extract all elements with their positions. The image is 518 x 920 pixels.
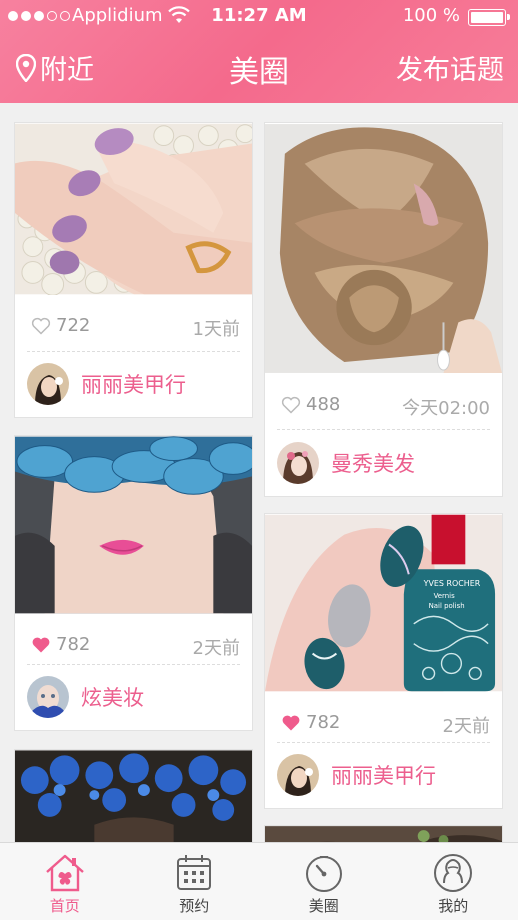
post-image (15, 750, 252, 848)
post-time: 2天前 (192, 638, 240, 659)
calendar-icon (177, 855, 212, 890)
like-button[interactable]: 722 (31, 315, 90, 336)
post-time: 1天前 (192, 319, 240, 340)
author-link[interactable]: 曼秀美发 (277, 442, 415, 484)
post-card[interactable]: 488 今天02:00 曼秀美发 (264, 122, 503, 497)
heart-outline-icon (281, 396, 301, 414)
like-count: 782 (56, 634, 91, 655)
author-link[interactable]: 炫美妆 (27, 676, 144, 718)
home-icon (45, 854, 84, 892)
post-meta: 722 1天前 (15, 295, 252, 355)
heart-filled-icon (282, 715, 300, 730)
like-count: 488 (306, 394, 341, 415)
svg-text:YVES ROCHER: YVES ROCHER (423, 579, 481, 588)
author-link[interactable]: 丽丽美甲行 (27, 363, 186, 405)
like-count: 782 (306, 712, 341, 733)
svg-text:Nail polish: Nail polish (429, 602, 465, 610)
tab-label: 我的 (438, 897, 469, 915)
avatar (27, 676, 69, 718)
tab-bar: 首页 预约 美圈 我的 (0, 842, 518, 920)
author-name: 丽丽美甲行 (81, 373, 186, 397)
like-count: 722 (56, 315, 91, 336)
user-icon (434, 854, 473, 892)
avatar (277, 442, 319, 484)
battery-icon (468, 9, 510, 26)
post-card[interactable] (14, 749, 253, 849)
tab-label: 首页 (49, 897, 80, 915)
post-meta: 782 2天前 (15, 614, 252, 674)
heart-outline-icon (31, 317, 51, 335)
post-time: 今天02:00 (402, 398, 490, 419)
author-name: 丽丽美甲行 (331, 764, 436, 788)
tab-profile[interactable]: 我的 (389, 843, 518, 920)
svg-text:Vernis: Vernis (434, 592, 456, 600)
divider (27, 664, 240, 665)
post-card[interactable]: 722 1天前 丽丽美甲行 (14, 122, 253, 418)
author-name: 炫美妆 (81, 686, 144, 710)
tab-home[interactable]: 首页 (0, 843, 130, 920)
author-link[interactable]: 丽丽美甲行 (277, 754, 436, 796)
status-bar: Applidium 11:27 AM 100 % (0, 0, 518, 34)
battery-percent: 100 % (402, 5, 460, 26)
header: Applidium 11:27 AM 100 % 附近 美圈 发布话题 (0, 0, 518, 103)
post-meta: 782 2天前 (265, 692, 502, 752)
divider (27, 351, 240, 352)
heart-filled-icon (32, 637, 50, 652)
divider (277, 742, 490, 743)
avatar (277, 754, 319, 796)
post-card[interactable]: 782 2天前 炫美妆 (14, 435, 253, 731)
tab-appointment[interactable]: 预约 (130, 843, 260, 920)
circle-clock-icon (305, 856, 342, 892)
divider (277, 429, 490, 430)
post-card[interactable]: YVES ROCHER Vernis Nail polish 782 2天前 丽… (264, 513, 503, 809)
author-name: 曼秀美发 (331, 452, 415, 476)
post-image (265, 124, 502, 373)
tab-beauty-circle[interactable]: 美圈 (259, 843, 389, 920)
like-button[interactable]: 782 (31, 634, 90, 655)
like-button[interactable]: 782 (281, 712, 340, 733)
like-button[interactable]: 488 (281, 394, 340, 415)
post-image (15, 436, 252, 614)
post-meta: 488 今天02:00 (265, 374, 502, 434)
post-image: YVES ROCHER Vernis Nail polish (265, 514, 502, 692)
tab-label: 美圈 (308, 897, 339, 915)
avatar (27, 363, 69, 405)
post-time: 2天前 (442, 716, 490, 737)
post-image (15, 123, 252, 295)
post-topic-button[interactable]: 发布话题 (396, 48, 504, 87)
tab-label: 预约 (179, 897, 210, 915)
